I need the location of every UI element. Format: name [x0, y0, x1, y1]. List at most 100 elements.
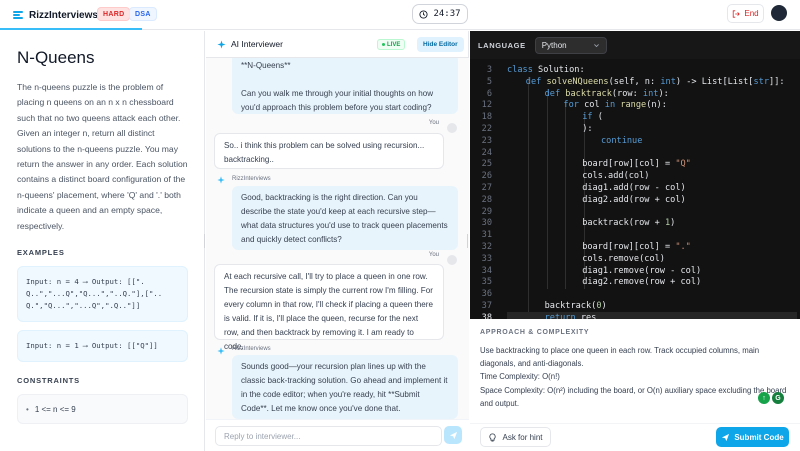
code-line: 27 diag1.add(row - col): [470, 183, 800, 195]
chat-title: AI Interviewer: [231, 39, 283, 49]
line-number: 36: [481, 289, 492, 300]
hint-label: Ask for hint: [502, 432, 543, 442]
code-line: 32 board[row][col] = ".": [470, 242, 800, 254]
code-line: 12 for col in range(n):: [470, 100, 800, 112]
user-avatar[interactable]: [771, 5, 787, 21]
code-line: 22):: [470, 124, 800, 136]
code-line: 31: [470, 230, 800, 242]
chat-message-ai: **N-Queens** Can you walk me through you…: [232, 58, 458, 114]
grammar-check-icon: ↑: [758, 392, 770, 404]
line-number: 34: [481, 265, 492, 276]
approach-panel: APPROACH & COMPLEXITY Use backtracking t…: [470, 319, 800, 423]
editor-toolbar: LANGUAGE Python: [470, 31, 800, 59]
chat-messages[interactable]: **N-Queens** Can you walk me through you…: [206, 58, 469, 448]
chat-message-ai: Good, backtracking is the right directio…: [232, 186, 458, 250]
code-text: board[row][col] = ".": [582, 242, 691, 252]
code-text: diag2.add(row + col): [582, 194, 686, 205]
code-line: 36: [470, 289, 800, 301]
language-value: Python: [541, 40, 567, 50]
live-label: LIVE: [387, 41, 401, 48]
chat-message-user: So.. i think this problem can be solved …: [214, 133, 444, 169]
line-number: 29: [481, 206, 492, 217]
code-line: 33 cols.remove(col): [470, 254, 800, 266]
line-number: 31: [481, 230, 492, 241]
code-text: ):: [582, 124, 593, 134]
approach-line: Use backtracking to place one queen in e…: [480, 346, 760, 369]
brand[interactable]: RizzInterviews: [13, 6, 98, 24]
language-select[interactable]: Python: [534, 36, 607, 54]
code-text: for col in range(n):: [563, 100, 667, 111]
problem-description: The n-queens puzzle is the problem of pl…: [17, 82, 188, 231]
code-text: class Solution:: [507, 65, 585, 75]
constraints-heading: CONSTRAINTS: [17, 376, 80, 386]
timer-value: 24:37: [433, 9, 461, 19]
send-button[interactable]: [444, 426, 462, 444]
app-root: RizzInterviews HARD DSA 24:37 End N-Quee…: [0, 0, 800, 451]
writing-assistant-widget[interactable]: ↑ G: [758, 392, 784, 405]
problem-panel: N-Queens The n-queens puzzle is the prob…: [0, 31, 205, 451]
approach-line: Space Complexity: O(n²) including the bo…: [480, 385, 787, 408]
code-line: 23 continue: [470, 136, 800, 148]
line-number: 33: [481, 253, 492, 264]
problem-title: N-Queens: [17, 48, 95, 67]
chat-panel: AI Interviewer LIVE Hide Editor **N-Quee…: [206, 31, 469, 451]
language-label: LANGUAGE: [478, 40, 526, 50]
header-progress-bar: [0, 28, 142, 30]
chat-message-user: At each recursive call, I'll try to plac…: [214, 264, 444, 351]
approach-body[interactable]: Use backtracking to place one queen in e…: [480, 344, 790, 410]
code-line: 24: [470, 148, 800, 160]
send-icon: [449, 431, 457, 439]
approach-heading: APPROACH & COMPLEXITY: [480, 329, 590, 336]
live-dot-icon: [382, 43, 385, 46]
code-line: 37 backtrack(0): [470, 301, 800, 313]
code-line: 26 cols.add(col): [470, 171, 800, 183]
reply-input[interactable]: Reply to interviewer...: [215, 426, 442, 446]
code-line: 5 def solveNQueens(self, n: int) -> List[…: [470, 77, 800, 89]
end-interview-button[interactable]: End: [727, 4, 764, 23]
line-number: 28: [481, 194, 492, 205]
code-area[interactable]: 3 class Solution: 5 def solveNQueens(self, …: [470, 59, 800, 319]
brand-logo-icon: [13, 10, 23, 20]
lightbulb-icon: [489, 432, 497, 442]
user-message-avatar: [447, 123, 457, 133]
code-line: 34 diag1.remove(row - col): [470, 266, 800, 278]
submit-code-button[interactable]: Submit Code: [716, 427, 789, 447]
line-number: 5: [486, 76, 492, 87]
sparkle-icon: [217, 39, 226, 49]
top-header: RizzInterviews HARD DSA 24:37 End: [0, 0, 800, 30]
code-text: backtrack(0): [544, 301, 607, 311]
example-1: Input: n = 4 ⟶ Output: [[".Q..","...Q","…: [17, 266, 188, 323]
send-icon: [722, 433, 730, 441]
code-line: 25 board[row][col] = "Q": [470, 159, 800, 171]
code-text: def backtrack(row: int):: [544, 88, 669, 99]
line-number: 35: [481, 277, 492, 288]
line-number: 6: [486, 88, 492, 99]
submit-label: Submit Code: [734, 432, 784, 442]
code-text: cols.add(col): [582, 171, 650, 182]
code-text: diag1.add(row - col): [582, 183, 686, 193]
hide-editor-button[interactable]: Hide Editor: [417, 37, 464, 52]
code-text: continue: [601, 135, 643, 146]
code-text: cols.remove(col): [582, 253, 665, 264]
code-text: if (: [582, 112, 603, 123]
message-sender: RizzInterviews: [232, 176, 271, 182]
line-number: 22: [481, 124, 492, 134]
approach-line: Time Complexity: O(n!): [480, 372, 560, 382]
line-number: 24: [481, 147, 492, 158]
action-bar: Ask for hint Submit Code: [470, 423, 800, 451]
message-sender: You: [428, 120, 439, 126]
line-number: 26: [481, 171, 492, 182]
line-number: 27: [481, 183, 492, 193]
constraint-item: • 1 <= n <= 9: [17, 394, 188, 425]
code-text: diag1.remove(row - col): [582, 265, 702, 276]
line-number: 12: [481, 100, 492, 111]
code-line: 6 def backtrack(row: int):: [470, 89, 800, 101]
ask-hint-button[interactable]: Ask for hint: [480, 427, 551, 447]
bullet-icon: •: [26, 404, 29, 414]
line-number: 3: [486, 65, 492, 75]
code-line: 3 class Solution:: [470, 65, 800, 77]
message-sender: RizzInterviews: [232, 346, 271, 352]
code-text: diag2.remove(row + col): [582, 277, 702, 288]
code-line: 35 diag2.remove(row + col): [470, 277, 800, 289]
ai-avatar-icon: [217, 176, 225, 184]
